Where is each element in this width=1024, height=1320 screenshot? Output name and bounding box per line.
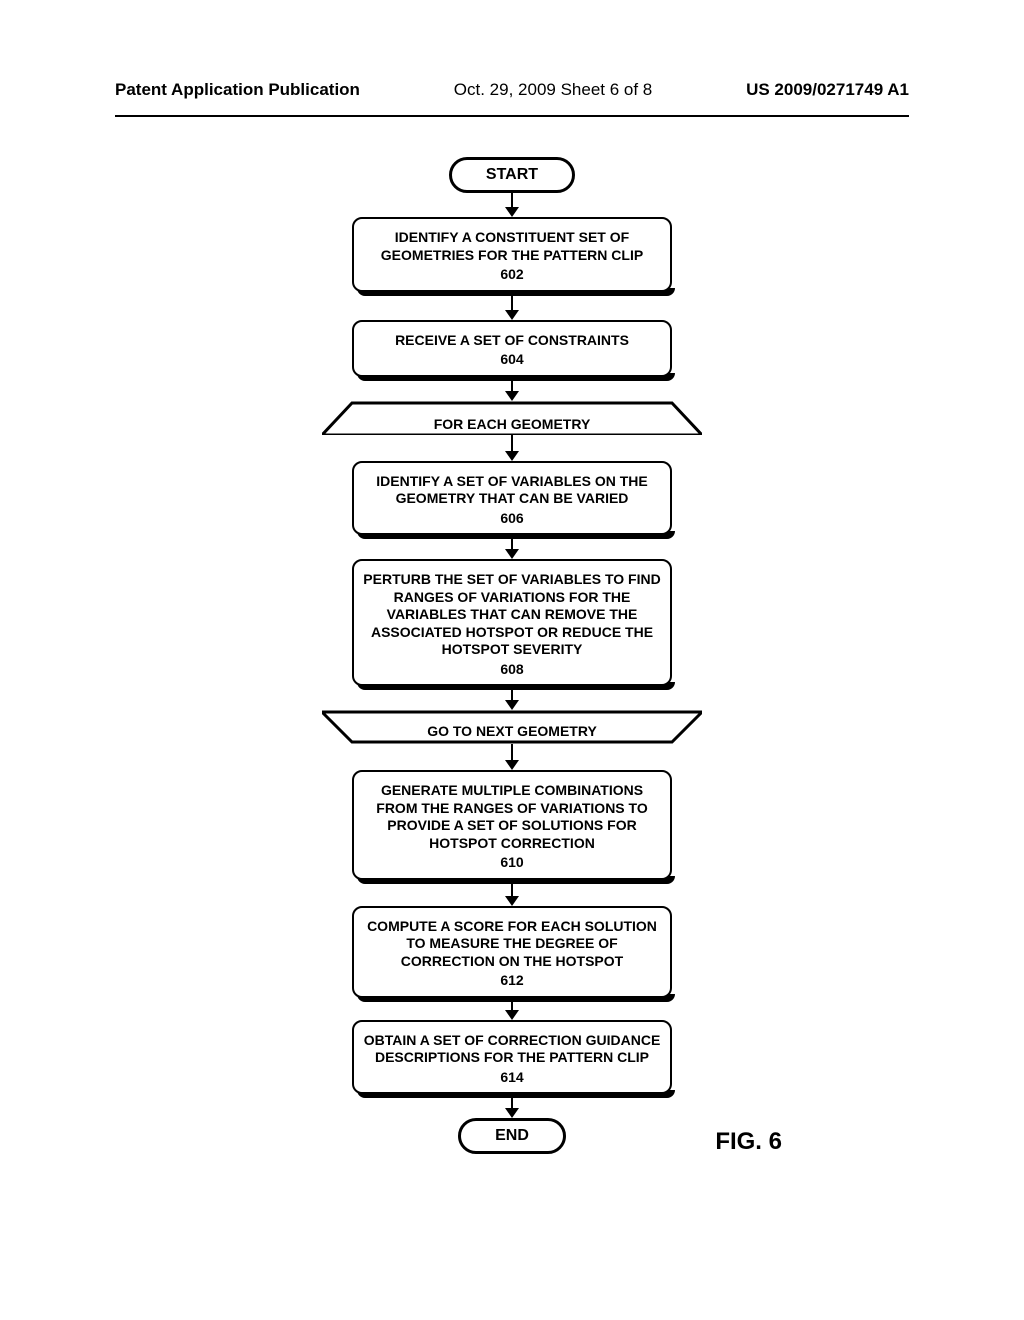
arrow bbox=[505, 535, 519, 559]
arrow bbox=[505, 377, 519, 401]
step-text: IDENTIFY A CONSTITUENT SET OF GEOMETRIES… bbox=[381, 229, 643, 263]
end-terminal: END bbox=[458, 1118, 566, 1154]
flowchart: START IDENTIFY A CONSTITUENT SET OF GEOM… bbox=[0, 117, 1024, 1154]
step-text: RECEIVE A SET OF CONSTRAINTS bbox=[395, 332, 629, 348]
step-614: OBTAIN A SET OF CORRECTION GUIDANCE DESC… bbox=[352, 1020, 672, 1095]
step-606: IDENTIFY A SET OF VARIABLES ON THE GEOME… bbox=[352, 461, 672, 536]
step-text: GENERATE MULTIPLE COMBINATIONS FROM THE … bbox=[376, 782, 647, 851]
step-text: IDENTIFY A SET OF VARIABLES ON THE GEOME… bbox=[376, 473, 647, 507]
step-num: 604 bbox=[362, 351, 662, 369]
arrow bbox=[505, 880, 519, 906]
step-612: COMPUTE A SCORE FOR EACH SOLUTION TO MEA… bbox=[352, 906, 672, 998]
step-608: PERTURB THE SET OF VARIABLES TO FIND RAN… bbox=[352, 559, 672, 686]
figure-label: FIG. 6 bbox=[715, 1128, 782, 1156]
step-text: OBTAIN A SET OF CORRECTION GUIDANCE DESC… bbox=[364, 1032, 661, 1066]
arrow bbox=[505, 193, 519, 217]
header-left: Patent Application Publication bbox=[115, 80, 360, 100]
step-num: 608 bbox=[362, 661, 662, 679]
step-num: 614 bbox=[362, 1069, 662, 1087]
step-text: PERTURB THE SET OF VARIABLES TO FIND RAN… bbox=[363, 571, 660, 657]
step-num: 606 bbox=[362, 510, 662, 528]
loop-start: FOR EACH GEOMETRY bbox=[322, 401, 702, 435]
start-terminal: START bbox=[449, 157, 575, 193]
loop-start-text: FOR EACH GEOMETRY bbox=[434, 416, 591, 432]
step-num: 610 bbox=[362, 854, 662, 872]
step-num: 602 bbox=[362, 266, 662, 284]
step-610: GENERATE MULTIPLE COMBINATIONS FROM THE … bbox=[352, 770, 672, 880]
header-right: US 2009/0271749 A1 bbox=[746, 80, 909, 100]
page-header: Patent Application Publication Oct. 29, … bbox=[0, 0, 1024, 110]
header-center: Oct. 29, 2009 Sheet 6 of 8 bbox=[454, 80, 652, 100]
step-602: IDENTIFY A CONSTITUENT SET OF GEOMETRIES… bbox=[352, 217, 672, 292]
step-num: 612 bbox=[362, 972, 662, 990]
arrow bbox=[505, 1094, 519, 1118]
arrow bbox=[505, 998, 519, 1020]
loop-end-text: GO TO NEXT GEOMETRY bbox=[427, 723, 597, 739]
step-604: RECEIVE A SET OF CONSTRAINTS 604 bbox=[352, 320, 672, 377]
step-text: COMPUTE A SCORE FOR EACH SOLUTION TO MEA… bbox=[367, 918, 657, 969]
loop-end: GO TO NEXT GEOMETRY bbox=[322, 710, 702, 744]
arrow bbox=[505, 292, 519, 320]
arrow bbox=[505, 744, 519, 770]
arrow bbox=[505, 686, 519, 710]
